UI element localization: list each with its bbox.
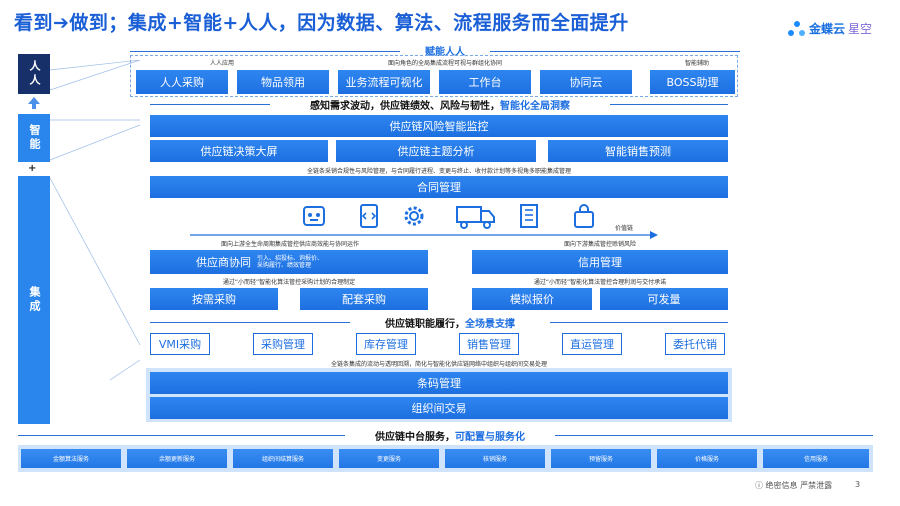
app-collab-cloud[interactable]: 协同云 [540,70,632,94]
credit-bar[interactable]: 信用管理 [472,250,728,274]
label-plus: + [28,163,37,174]
section2-highlight: 智能化全局洞察 [500,101,570,112]
analytics-forecast[interactable]: 智能销售预测 [548,140,728,162]
section2-title: 感知需求波动，供应链绩效、风险与韧性，智能化全局洞察 [270,97,610,112]
supplier-detail: 引入、招投标、询报价、 采购履行、绩效管理 [257,255,323,269]
truck-icon [456,206,495,229]
org-trade-bar[interactable]: 组织间交易 [150,397,728,419]
supplier-detail1: 引入、招投标、询报价、 [257,255,324,262]
label-zhineng-text: 智能 [28,124,41,152]
func-inventory[interactable]: 库存管理 [356,333,416,355]
app-item-requisition[interactable]: 物品领用 [237,70,329,94]
func-vmi[interactable]: VMI采购 [150,333,210,355]
supplier-detail2: 采购履行、绩效管理 [257,262,312,269]
service-price[interactable]: 价格服务 [657,449,757,468]
note-contract: 全链条采销合规性与风险管理，与合同履行进程、变更与终止、收付款计划等多视角多职能… [306,168,571,175]
analytics-topic[interactable]: 供应链主题分析 [336,140,536,162]
section4-title: 供应链中台服务，可配置与服务化 [345,428,555,443]
service-settlement[interactable]: 组织间结算服务 [233,449,333,468]
service-reserve[interactable]: 预留服务 [551,449,651,468]
page-number: 3 [855,480,861,489]
sales-available[interactable]: 可发量 [600,288,728,310]
service-writeoff[interactable]: 核销服务 [445,449,545,468]
top-left-caption: 人人应用 [210,60,235,67]
procure-kit[interactable]: 配套采购 [300,288,428,310]
section3-title-text: 供应链职能履行， [385,319,465,330]
risk-monitor-bar[interactable]: 供应链风险智能监控 [150,115,728,137]
sales-quote[interactable]: 模拟报价 [472,288,592,310]
value-chain-label: 价值链 [615,225,634,232]
section2-title-text: 感知需求波动，供应链绩效、风险与韧性， [310,101,500,112]
section3-title: 供应链职能履行，全场景支撑 [350,315,550,330]
page-title: 看到➔做到；集成+智能+人人，因为数据、算法、流程服务而全面提升 [14,12,629,34]
building-icon [520,204,538,228]
kingdee-logo: 金蝶云 星空 [788,20,872,37]
confidential-text: 绝密信息 严禁泄露 [765,481,833,490]
section4-title-text: 供应链中台服务， [375,432,455,443]
code-document-icon [360,204,378,228]
app-boss-assistant[interactable]: BOSS助理 [650,70,735,94]
barcode-bar[interactable]: 条码管理 [150,372,728,394]
service-balance[interactable]: 余额更新服务 [127,449,227,468]
upstream-note: 面向上游全生命周期集成管控供应商效能与协同运作 [220,241,359,248]
label-jicheng: 集成 [18,176,50,424]
app-process-visual[interactable]: 业务流程可视化 [338,70,430,94]
info-icon: ⓘ [755,481,766,490]
arrow-up-icon [28,97,40,109]
label-jicheng-text: 集成 [28,286,41,314]
app-workbench[interactable]: 工作台 [439,70,531,94]
section4-highlight: 可配置与服务化 [455,432,525,443]
logo-mark-icon [788,20,806,37]
analytics-dashboard[interactable]: 供应链决策大屏 [150,140,328,162]
procure-on-demand[interactable]: 按需采购 [150,288,278,310]
func-consignment[interactable]: 委托代销 [665,333,725,355]
gear-icon [404,206,424,226]
func-dropship[interactable]: 直运管理 [562,333,622,355]
label-renren-text: 人人 [28,60,41,88]
top-right-caption: 智能辅助 [685,60,710,67]
top-subtitle: 面向角色的全局集成流程可视与群组化协同 [387,60,502,67]
logo-sub: 星空 [848,22,873,36]
section3-highlight: 全场景支撑 [465,319,515,330]
label-zhineng: 智能 [18,114,50,162]
supplier-collab-bar[interactable]: 供应商协同 引入、招投标、询报价、 采购履行、绩效管理 [150,250,428,274]
app-renren-purchase[interactable]: 人人采购 [136,70,228,94]
supplier-label: 供应商协同 [196,256,251,269]
func-sales[interactable]: 销售管理 [459,333,519,355]
shopping-bag-icon [574,204,594,228]
connector-lines [50,60,141,380]
contract-bar[interactable]: 合同管理 [150,176,728,198]
service-change[interactable]: 变更服务 [339,449,439,468]
note-right-algo: 通过“小而轻”智能化算法管控合理利润与交付承诺 [533,279,667,286]
confidential-notice: ⓘ 绝密信息 严禁泄露 [755,480,832,491]
robot-icon [303,206,325,226]
func-purchase[interactable]: 采购管理 [253,333,313,355]
service-credit[interactable]: 信用服务 [763,449,869,468]
note-integration: 全链条集成的流动与透明回溯，简化与智能化供应链网络中组织与组织间交易处理 [330,361,547,368]
note-left-algo: 通过“小而轻”智能化算法管控采购计划的合理制定 [222,279,356,286]
label-renren: 人人 [18,54,50,94]
downstream-note: 面向下游集成管控赊销风险 [563,241,636,248]
logo-brand: 金蝶云 [809,22,846,36]
service-amount[interactable]: 金额算法服务 [21,449,121,468]
